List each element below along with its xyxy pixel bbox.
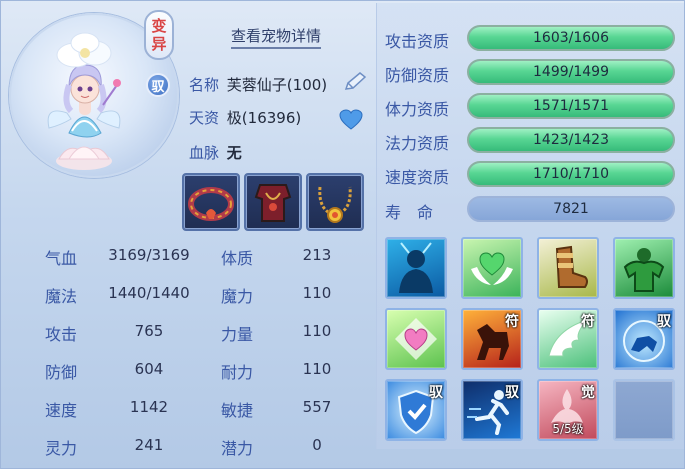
winged-heart-icon (471, 252, 513, 285)
apt-label-defense: 防御资质 (385, 66, 450, 85)
attr-value-spirit: 241 (134, 436, 164, 454)
skill-tag: 驭 (505, 385, 519, 401)
lifespan-label: 寿 命 (385, 203, 434, 222)
lifespan-bar: 7821 (467, 196, 675, 222)
view-pet-details-link[interactable]: 查看宠物详情 (231, 25, 322, 49)
attr-label-mp: 魔法 (45, 287, 78, 306)
skill-tag: 驭 (657, 314, 671, 330)
point-value-potential: 0 (312, 436, 322, 454)
equipment-slot-collar[interactable] (182, 173, 240, 231)
skill-level: 5/5级 (552, 422, 584, 436)
point-label-potential: 潜力 (221, 439, 254, 458)
skill-ride-runner[interactable]: 驭 (461, 379, 523, 441)
armor-icon (254, 184, 292, 222)
strongman-icon (623, 248, 665, 292)
name-value: 芙蓉仙子(100) (226, 76, 328, 94)
apt-label-stamina: 体力资质 (385, 100, 450, 119)
point-label-strength: 力量 (221, 325, 254, 344)
pet-bloodline-row: 血脉 无 (189, 142, 242, 163)
point-value-strength: 110 (302, 322, 332, 340)
pet-aptitude-row: 天资 极(16396) (189, 107, 301, 128)
apt-bar-stamina: 1571/1571 (467, 93, 675, 119)
equipment-slot-necklace[interactable] (306, 173, 364, 231)
skill-winged-heart[interactable] (461, 237, 523, 299)
apt-label-attack: 攻击资质 (385, 32, 450, 51)
skill-muscle-man[interactable] (613, 237, 675, 299)
pink-heart-icon (395, 318, 437, 360)
apt-bar-defense: 1499/1499 (467, 59, 675, 85)
attr-value-speed: 1142 (129, 398, 169, 416)
aptitude-value: 极(16396) (226, 109, 302, 127)
name-label: 名称 (189, 76, 220, 94)
attr-label-speed: 速度 (45, 401, 78, 420)
attr-label-spirit: 灵力 (45, 439, 78, 458)
silhouette-icon (399, 242, 433, 293)
point-label-agility: 敏捷 (221, 401, 254, 420)
skill-rune-horse[interactable]: 符 (461, 308, 523, 370)
attr-value-attack: 765 (134, 322, 164, 340)
skill-tag: 觉 (581, 385, 595, 401)
attr-label-attack: 攻击 (45, 325, 78, 344)
apt-value-stamina: 1571/1571 (533, 98, 609, 114)
point-label-constitution: 体质 (221, 249, 254, 268)
skill-silhouette[interactable] (385, 237, 447, 299)
necklace-icon (318, 186, 352, 223)
skill-tag: 符 (505, 314, 519, 330)
skill-empty-slot[interactable] (613, 379, 675, 441)
lifespan-value: 7821 (553, 201, 589, 217)
aptitude-label: 天资 (189, 109, 220, 127)
skill-boot[interactable] (537, 237, 599, 299)
attr-label-hp: 气血 (45, 249, 78, 268)
point-value-magic: 110 (302, 284, 332, 302)
attr-value-defense: 604 (134, 360, 164, 378)
bloodline-label: 血脉 (189, 144, 220, 162)
apt-value-speed: 1710/1710 (533, 166, 609, 182)
point-value-endurance: 110 (302, 360, 332, 378)
attr-value-mp: 1440/1440 (108, 284, 190, 302)
transform-label-top: 变 (151, 17, 167, 35)
skill-pink-heart[interactable] (385, 308, 447, 370)
point-value-agility: 557 (302, 398, 332, 416)
boot-icon (555, 245, 588, 288)
point-label-endurance: 耐力 (221, 363, 254, 382)
apt-bar-attack: 1603/1606 (467, 25, 675, 51)
apt-bar-mana: 1423/1423 (467, 127, 675, 153)
heart-icon[interactable] (339, 109, 363, 131)
skill-awaken-phoenix[interactable]: 觉 5/5级 (537, 379, 599, 441)
apt-value-attack: 1603/1606 (533, 30, 609, 46)
skill-rune-wing[interactable]: 符 (537, 308, 599, 370)
apt-label-mana: 法力资质 (385, 134, 450, 153)
point-label-magic: 魔力 (221, 287, 254, 306)
pencil-icon[interactable] (342, 71, 368, 93)
apt-bar-speed: 1710/1710 (467, 161, 675, 187)
pet-detail-panel: 变 异 驭 查看宠物详情 名称 芙蓉仙子(100) 天资 极(16396) 血脉… (0, 0, 685, 469)
point-value-constitution: 213 (302, 246, 332, 264)
apt-label-speed: 速度资质 (385, 168, 450, 187)
bloodline-value: 无 (226, 144, 242, 162)
equipment-slot-armor[interactable] (244, 173, 302, 231)
transform-button[interactable]: 变 异 (144, 10, 174, 60)
apt-value-defense: 1499/1499 (533, 64, 609, 80)
apt-value-mana: 1423/1423 (533, 132, 609, 148)
attr-value-hp: 3169/3169 (108, 246, 190, 264)
skill-ride-shield[interactable]: 驭 (385, 379, 447, 441)
transform-label-bottom: 异 (151, 35, 167, 53)
collar-icon (188, 187, 234, 221)
attr-label-defense: 防御 (45, 363, 78, 382)
pet-name-row: 名称 芙蓉仙子(100) (189, 74, 327, 95)
skill-tag: 符 (581, 314, 595, 330)
skill-ride-beast[interactable]: 驭 (613, 308, 675, 370)
ride-badge[interactable]: 驭 (146, 73, 170, 97)
skill-tag: 驭 (429, 385, 443, 401)
